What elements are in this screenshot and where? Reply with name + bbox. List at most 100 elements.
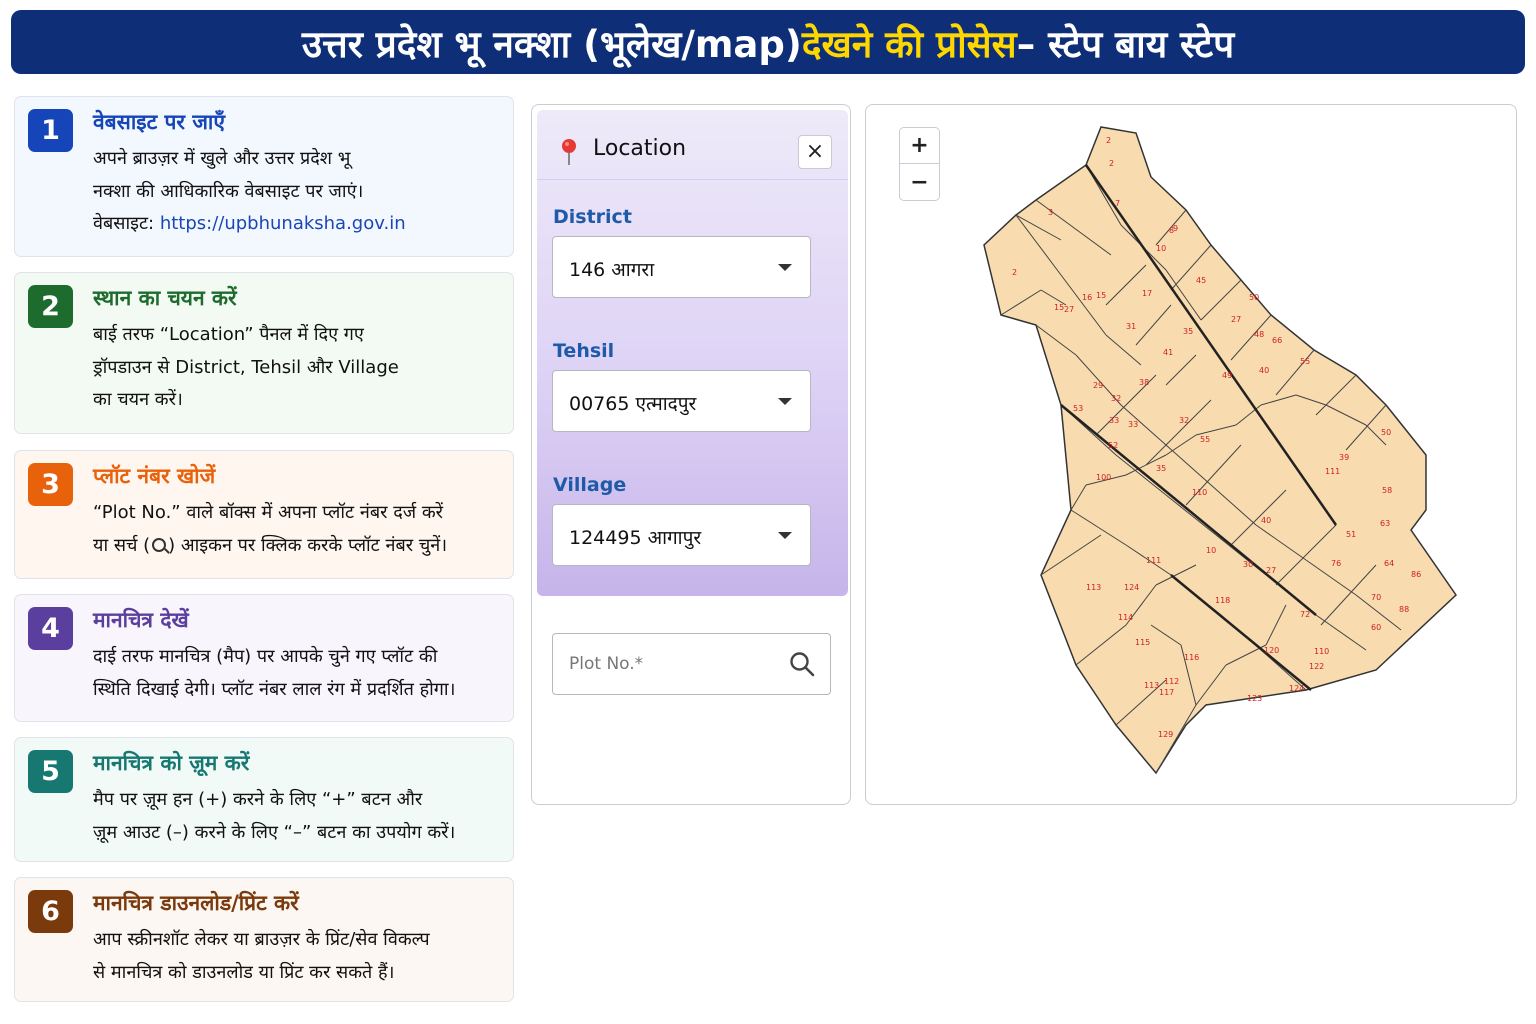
plot-label: 41 — [1163, 348, 1173, 357]
location-panel: Location × District 146 आगरा Tehsil 0076… — [531, 104, 851, 805]
step-number-5: 5 — [28, 750, 73, 793]
plot-label: 30 — [1243, 560, 1253, 569]
plot-label: 17 — [1142, 289, 1152, 298]
plot-label: 15 — [1096, 291, 1106, 300]
plot-label: 88 — [1399, 605, 1409, 614]
step-body-4b: स्थिति दिखाई देगी। प्लॉट नंबर लाल रंग मे… — [93, 678, 456, 700]
plot-label: 7 — [1115, 199, 1120, 208]
zoom-control: + − — [899, 127, 940, 201]
village-boundary — [983, 126, 1457, 775]
plot-label: 33 — [1128, 420, 1138, 429]
page: उत्तर प्रदेश भू नक्शा (भूलेख/map) देखने … — [0, 0, 1536, 1024]
step-body-5b: ज़ूम आउट (–) करने के लिए “–” बटन का उपयो… — [93, 821, 456, 843]
step-title-2: स्थान का चयन करें — [93, 286, 237, 310]
village-select[interactable]: 124495 आगापुर — [552, 504, 811, 566]
location-title: Location — [593, 136, 687, 161]
step-body-1: अपने ब्राउज़र में खुले और उत्तर प्रदेश भ… — [93, 148, 351, 169]
step-body-3b: या सर्च ( ) आइकन पर क्लिक करके प्लॉट नंबर… — [93, 530, 503, 563]
plot-label: 55 — [1300, 357, 1310, 366]
tehsil-select[interactable]: 00765 एत्मादपुर — [552, 370, 811, 432]
plot-label: 40 — [1259, 366, 1269, 375]
location-section: Location × District 146 आगरा Tehsil 0076… — [537, 110, 848, 596]
step-card-1: 1 वेबसाइट पर जाएँ अपने ब्राउज़र में खुले… — [14, 96, 514, 257]
plot-label: 40 — [1261, 516, 1271, 525]
banner-title-highlight: देखने की प्रोसेस — [801, 22, 1017, 66]
step-body-2c: का चयन करें। — [93, 389, 183, 410]
banner-title-part2: – स्टेप बाय स्टेप — [1016, 22, 1235, 66]
plot-label: 16 — [1082, 293, 1092, 302]
step-number-2: 2 — [28, 285, 73, 328]
step-card-3: 3 प्लॉट नंबर खोजें “Plot No.” वाले बॉक्स… — [14, 450, 514, 579]
plot-label: 110 — [1314, 647, 1329, 656]
step-card-4: 4 मानचित्र देखें दाई तरफ मानचित्र (मैप) … — [14, 594, 514, 722]
chevron-down-icon — [778, 398, 792, 405]
plot-label: 110 — [1192, 488, 1207, 497]
step3-text-b: ) आइकन पर क्लिक करके प्लॉट नंबर चुनें। — [168, 534, 448, 556]
search-icon[interactable] — [789, 651, 815, 677]
plot-label: 66 — [1272, 336, 1282, 345]
step-title-4: मानचित्र देखें — [93, 608, 189, 632]
plot-label: 45 — [1196, 276, 1206, 285]
website-prefix: वेबसाइट: — [93, 213, 160, 234]
step-title-6: मानचित्र डाउनलोड/प्रिंट करें — [93, 891, 299, 915]
plot-label: 27 — [1231, 315, 1241, 324]
district-label: District — [553, 206, 632, 228]
step-title-1: वेबसाइट पर जाएँ — [93, 110, 225, 134]
plot-label: 2 — [1106, 136, 1111, 145]
plot-label: 113 — [1086, 583, 1101, 592]
location-header: Location × — [537, 110, 848, 180]
plot-label: 9 — [1173, 224, 1178, 233]
plot-label: 120 — [1264, 646, 1279, 655]
step-number-4: 4 — [28, 607, 73, 650]
plot-label: 116 — [1184, 653, 1199, 662]
plot-label: 111 — [1325, 467, 1340, 476]
plot-label: 35 — [1183, 327, 1193, 336]
plot-label: 113 — [1144, 681, 1159, 690]
pin-icon — [562, 139, 576, 165]
plot-label: 124 — [1289, 684, 1304, 693]
tehsil-value: 00765 एत्मादपुर — [569, 393, 697, 415]
plot-label: 2 — [1012, 268, 1017, 277]
search-icon — [152, 537, 167, 552]
close-icon: × — [805, 139, 825, 164]
plot-label: 29 — [1093, 381, 1103, 390]
plot-label: 33 — [1109, 416, 1119, 425]
plot-label: 15 — [1054, 303, 1064, 312]
plot-number-input[interactable]: Plot No.* — [552, 633, 831, 695]
plot-label: 32 — [1179, 416, 1189, 425]
step-body-6b: से मानचित्र को डाउनलोड या प्रिंट कर सकते… — [93, 961, 395, 983]
cadastral-map[interactable]: 223789102151615 2717455027354131486655494… — [866, 105, 1516, 804]
zoom-out-button[interactable]: − — [900, 165, 939, 201]
plot-label: 60 — [1371, 623, 1381, 632]
plot-label: 38 — [1139, 378, 1149, 387]
step-body-2: बाई तरफ “Location” पैनल में दिए गए — [93, 324, 364, 345]
step-title-3: प्लॉट नंबर खोजें — [93, 464, 216, 488]
plot-label: 3 — [1048, 208, 1053, 217]
chevron-down-icon — [778, 532, 792, 539]
step-body-6: आप स्क्रीनशॉट लेकर या ब्राउज़र के प्रिंट… — [93, 929, 430, 950]
step-body-1b: नक्शा की आधिकारिक वेबसाइट पर जाएं। — [93, 180, 364, 202]
step-title-5: मानचित्र को ज़ूम करें — [93, 751, 250, 775]
plot-label: 27 — [1064, 305, 1074, 314]
step3-text-a: या सर्च ( — [93, 534, 151, 556]
step-body-5: मैप पर ज़ूम हन (+) करने के लिए “+” बटन औ… — [93, 789, 423, 810]
step-number-3: 3 — [28, 463, 73, 506]
step-card-5: 5 मानचित्र को ज़ूम करें मैप पर ज़ूम हन (… — [14, 737, 514, 862]
plot-placeholder: Plot No.* — [569, 654, 644, 674]
plot-label: 72 — [1300, 610, 1310, 619]
plot-label: 52 — [1108, 441, 1118, 450]
plot-label: 123 — [1247, 694, 1262, 703]
plot-label: 118 — [1215, 596, 1230, 605]
plot-label: 10 — [1156, 244, 1166, 253]
website-link[interactable]: https://upbhunaksha.gov.in — [160, 213, 406, 234]
district-select[interactable]: 146 आगरा — [552, 236, 811, 298]
step-card-2: 2 स्थान का चयन करें बाई तरफ “Location” प… — [14, 272, 514, 434]
close-button[interactable]: × — [798, 135, 832, 169]
map-panel[interactable]: 2 2 3 7 8 9 10 2 15 16 15 27 17 45 50 27 35 41 31 48 66 55 49 4… — [865, 104, 1517, 805]
step-body-1c: वेबसाइट: https://upbhunaksha.gov.in — [93, 208, 503, 241]
plot-label: 53 — [1073, 404, 1083, 413]
plot-label: 55 — [1200, 435, 1210, 444]
plot-label: 50 — [1249, 293, 1259, 302]
zoom-in-button[interactable]: + — [900, 128, 939, 164]
village-value: 124495 आगापुर — [569, 527, 702, 549]
